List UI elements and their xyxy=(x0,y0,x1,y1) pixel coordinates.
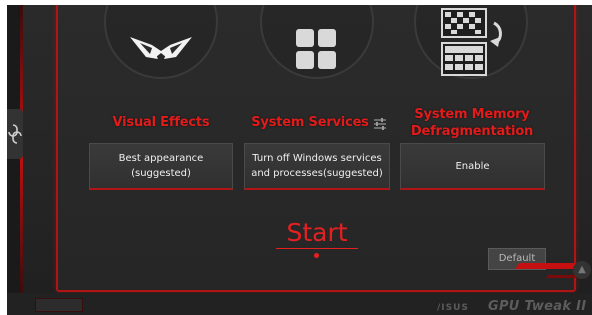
memory-grid-icon xyxy=(441,8,502,76)
memory-defrag-title: System Memory Defragmentation xyxy=(410,107,534,139)
windows-tiles-icon xyxy=(296,29,336,69)
scroll-up-button[interactable]: ▲ xyxy=(573,261,591,279)
decorative-stripe xyxy=(514,263,580,269)
visual-effects-title: Visual Effects xyxy=(112,115,210,130)
rog-eyes-icon xyxy=(130,37,192,59)
start-button[interactable]: Start xyxy=(276,218,358,249)
footer-mode-button[interactable] xyxy=(35,298,83,312)
system-services-select[interactable]: Turn off Windows services and processes(… xyxy=(244,143,390,190)
left-sidebar xyxy=(7,5,21,315)
product-name: GPU Tweak II xyxy=(488,299,587,314)
system-services-title: System Services xyxy=(251,115,369,130)
memory-defrag-select[interactable]: Enable xyxy=(400,143,545,190)
sidebar-toggle-tab[interactable] xyxy=(7,109,23,159)
chain-link-icon xyxy=(8,124,22,144)
app-window: Visual Effects System Services System Me… xyxy=(7,5,592,315)
start-indicator-dot xyxy=(314,253,319,258)
sliders-icon[interactable] xyxy=(373,117,387,131)
visual-effects-select[interactable]: Best appearance (suggested) xyxy=(89,143,233,190)
brand-logo: /ISUS xyxy=(437,303,469,313)
